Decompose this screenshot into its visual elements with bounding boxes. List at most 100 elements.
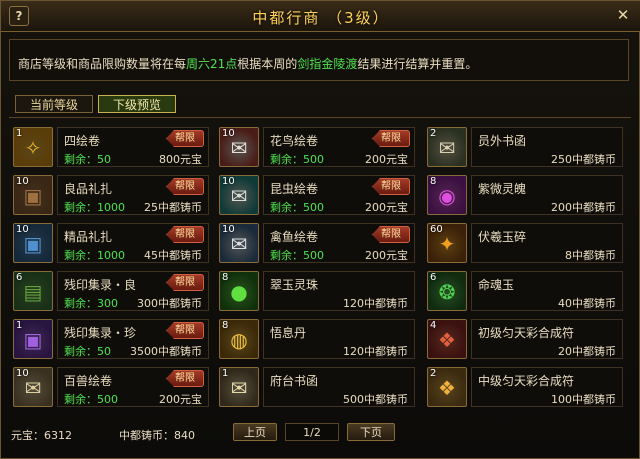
item-name: 昆虫绘卷	[270, 182, 319, 196]
item-info[interactable]: 昆虫绘卷 帮限 剩余：500 200元宝	[263, 175, 415, 215]
shop-item[interactable]: ▤ 6 残印集录・良 帮限剩余：300 300中都铸币	[13, 269, 213, 315]
item-count: 6	[16, 272, 23, 283]
item-price: 500中都铸币	[343, 393, 408, 406]
shop-item[interactable]: ▣ 10 精品礼扎 帮限 剩余：1000 45中都铸币	[13, 221, 213, 267]
pill-icon[interactable]: ◍ 8	[219, 319, 259, 359]
shop-item[interactable]: ◍ 8 悟息丹 120中都铸币	[219, 317, 419, 363]
item-info[interactable]: 残印集录・良 帮限剩余：300 300中都铸币	[57, 271, 209, 311]
item-price: 300中都铸币	[137, 297, 202, 310]
shop-item[interactable]: ✉ 10 花鸟绘卷 帮限 剩余：500 200元宝	[219, 125, 419, 171]
guild-limit-badge: 帮限	[166, 274, 204, 291]
item-info[interactable]: 禽鱼绘卷 帮限 剩余：500 200元宝	[263, 223, 415, 263]
shop-item[interactable]: ◉ 8 紫微灵魄 200中都铸币	[427, 173, 627, 219]
shop-item[interactable]: ● 8 翠玉灵珠 120中都铸币	[219, 269, 419, 315]
shop-item[interactable]: ✉ 10 禽鱼绘卷 帮限 剩余：500 200元宝	[219, 221, 419, 267]
prev-page-button[interactable]: 上页	[233, 423, 277, 441]
tab-next-level-preview[interactable]: 下级预览	[98, 95, 176, 113]
letter-gold-icon[interactable]: ✉ 1	[219, 367, 259, 407]
notice-panel: 商店等级和商品限购数量将在每周六21点根据本周的剑指金陵渡结果进行结算并重置。	[9, 39, 629, 81]
letter-icon[interactable]: ✉ 2	[427, 127, 467, 167]
shop-item[interactable]: ✉ 2 员外书函 250中都铸币	[427, 125, 627, 171]
coin-balance: 中都铸币：840	[119, 429, 195, 442]
shop-item[interactable]: ▣ 1 残印集录・珍 帮限 剩余：50 3500中都铸币	[13, 317, 213, 363]
token-red-icon[interactable]: ❖ 4	[427, 319, 467, 359]
item-count: 8	[222, 320, 229, 331]
scroll-paper-icon[interactable]: ✉ 10	[13, 367, 53, 407]
scroll-blue-icon[interactable]: ✉ 10	[219, 223, 259, 263]
shop-item[interactable]: ❖ 2 中级匀天彩合成符 100中都铸币	[427, 365, 627, 411]
chest-purple-icon[interactable]: ▣ 1	[13, 319, 53, 359]
item-count: 2	[430, 368, 437, 379]
item-count: 60	[430, 224, 443, 235]
close-button[interactable]: ✕	[615, 7, 631, 23]
gold-balance: 元宝：6312	[11, 429, 72, 442]
item-info[interactable]: 府台书函 500中都铸币	[263, 367, 415, 407]
shop-item[interactable]: ▣ 10 良品礼扎 帮限 剩余：1000 25中都铸币	[13, 173, 213, 219]
scroll-red-icon[interactable]: ✉ 10	[219, 127, 259, 167]
item-info[interactable]: 命魂玉 40中都铸币	[471, 271, 623, 311]
chest-brown-icon[interactable]: ▣ 10	[13, 175, 53, 215]
item-count: 1	[222, 368, 229, 379]
item-remaining: 剩余：300	[64, 297, 118, 310]
item-price: 250中都铸币	[551, 153, 616, 166]
item-price: 200元宝	[365, 201, 408, 214]
shop-item[interactable]: ✉ 10 百兽绘卷 帮限 剩余：500 200元宝	[13, 365, 213, 411]
guild-limit-badge: 帮限	[372, 130, 410, 147]
item-info[interactable]: 残印集录・珍 帮限 剩余：50 3500中都铸币	[57, 319, 209, 359]
item-price: 200元宝	[365, 153, 408, 166]
item-count: 6	[430, 272, 437, 283]
item-name: 中级匀天彩合成符	[478, 374, 575, 388]
shop-item[interactable]: ✉ 1 府台书函 500中都铸币	[219, 365, 419, 411]
item-name: 命魂玉	[478, 278, 515, 292]
green-pearl-icon[interactable]: ● 8	[219, 271, 259, 311]
item-name: 良品礼扎	[64, 182, 113, 196]
item-name: 翠玉灵珠	[270, 278, 319, 292]
item-name: 伏羲玉碎	[478, 230, 527, 244]
shop-item[interactable]: ❖ 4 初级匀天彩合成符 20中都铸币	[427, 317, 627, 363]
shop-item[interactable]: ✧ 1 四绘卷 帮限 剩余：50 800元宝	[13, 125, 213, 171]
guild-limit-badge: 帮限	[372, 178, 410, 195]
scroll-teal-icon[interactable]: ✉ 10	[219, 175, 259, 215]
soul-orb-icon[interactable]: ◉ 8	[427, 175, 467, 215]
notice-event: 剑指金陵渡	[297, 57, 358, 71]
item-price: 3500中都铸币	[130, 345, 202, 358]
page-indicator: 1/2	[285, 423, 339, 441]
item-info[interactable]: 翠玉灵珠 120中都铸币	[263, 271, 415, 311]
item-price: 200中都铸币	[551, 201, 616, 214]
guild-limit-badge: 帮限	[166, 322, 204, 339]
shop-item[interactable]: ✉ 10 昆虫绘卷 帮限 剩余：500 200元宝	[219, 173, 419, 219]
item-info[interactable]: 紫微灵魄 200中都铸币	[471, 175, 623, 215]
item-info[interactable]: 悟息丹 120中都铸币	[263, 319, 415, 359]
tab-current-level[interactable]: 当前等级	[15, 95, 93, 113]
item-remaining: 剩余：500	[270, 153, 324, 166]
item-info[interactable]: 初级匀天彩合成符 20中都铸币	[471, 319, 623, 359]
item-info[interactable]: 员外书函 250中都铸币	[471, 127, 623, 167]
jade-shard-icon[interactable]: ✦ 60	[427, 223, 467, 263]
next-page-button[interactable]: 下页	[347, 423, 395, 441]
token-gold-icon[interactable]: ❖ 2	[427, 367, 467, 407]
item-count: 2	[430, 128, 437, 139]
item-info[interactable]: 四绘卷 帮限 剩余：50 800元宝	[57, 127, 209, 167]
item-price: 45中都铸币	[144, 249, 202, 262]
item-count: 4	[430, 320, 437, 331]
item-info[interactable]: 精品礼扎 帮限 剩余：1000 45中都铸币	[57, 223, 209, 263]
item-info[interactable]: 花鸟绘卷 帮限 剩余：500 200元宝	[263, 127, 415, 167]
item-info[interactable]: 良品礼扎 帮限 剩余：1000 25中都铸币	[57, 175, 209, 215]
shop-item[interactable]: ✦ 60 伏羲玉碎 8中都铸币	[427, 221, 627, 267]
notice-part: 商店等级和商品限购数量将在每	[18, 57, 187, 71]
item-info[interactable]: 百兽绘卷 帮限 剩余：500 200元宝	[57, 367, 209, 407]
book-green-icon[interactable]: ▤ 6	[13, 271, 53, 311]
soul-jade-icon[interactable]: ❂ 6	[427, 271, 467, 311]
item-info[interactable]: 伏羲玉碎 8中都铸币	[471, 223, 623, 263]
chest-blue-icon[interactable]: ▣ 10	[13, 223, 53, 263]
item-price: 800元宝	[159, 153, 202, 166]
shop-item[interactable]: ❂ 6 命魂玉 40中都铸币	[427, 269, 627, 315]
item-price: 200元宝	[365, 249, 408, 262]
item-name: 初级匀天彩合成符	[478, 326, 575, 340]
item-count: 10	[16, 224, 29, 235]
scroll-gold-icon[interactable]: ✧ 1	[13, 127, 53, 167]
item-info[interactable]: 中级匀天彩合成符 100中都铸币	[471, 367, 623, 407]
item-name: 残印集录・良	[64, 278, 137, 292]
item-price: 120中都铸币	[343, 345, 408, 358]
item-count: 10	[16, 368, 29, 379]
